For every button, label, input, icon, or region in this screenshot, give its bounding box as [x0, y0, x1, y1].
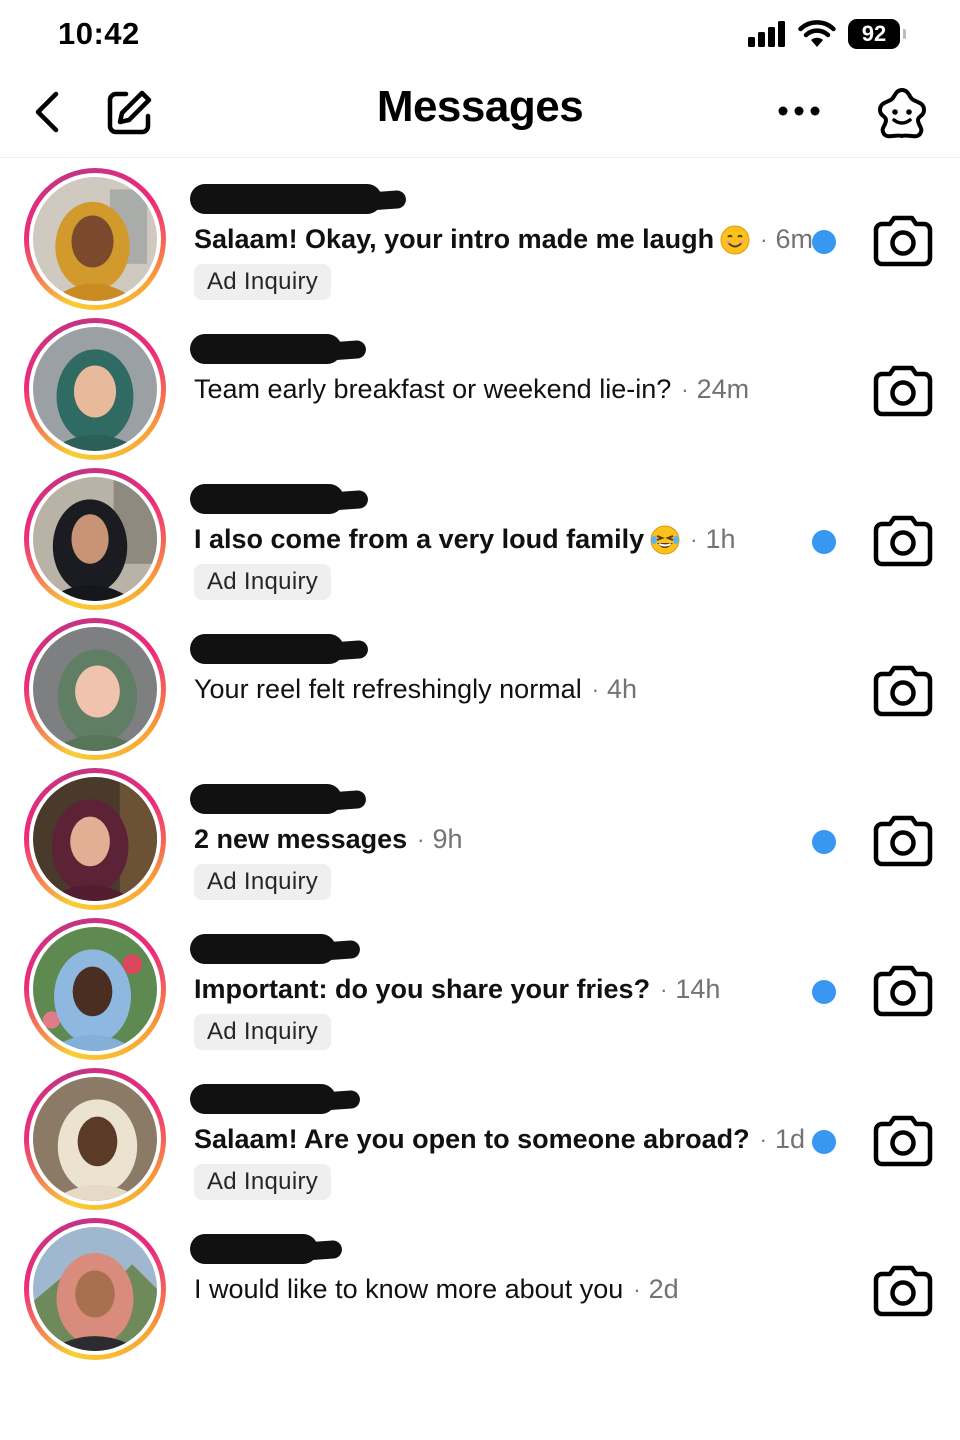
conversation-row[interactable]: Important: do you share your fries? · 14…: [0, 914, 960, 1064]
message-time: 24m: [696, 374, 750, 404]
message-preview-line: Team early breakfast or weekend lie-in? …: [194, 374, 749, 405]
redacted-username: [190, 784, 342, 814]
message-preview: I would like to know more about you: [194, 1274, 624, 1304]
ai-assistant-icon[interactable]: [874, 86, 930, 142]
story-ring[interactable]: [24, 768, 166, 910]
separator-dot: ·: [417, 826, 425, 852]
more-options-icon[interactable]: [776, 96, 822, 126]
messages-header: Messages: [0, 70, 960, 158]
message-time: 6m: [775, 224, 814, 254]
camera-icon[interactable]: [872, 962, 934, 1018]
avatar: [33, 777, 157, 901]
redacted-username: [190, 184, 382, 214]
message-preview-line: Salaam! Okay, your intro made me laugh ·…: [194, 224, 813, 255]
message-time: 9h: [432, 824, 463, 854]
message-preview-line: I also come from a very loud family · 1h: [194, 524, 736, 555]
camera-icon[interactable]: [872, 662, 934, 718]
message-preview-line: Important: do you share your fries? · 14…: [194, 974, 720, 1005]
separator-dot: ·: [759, 1126, 767, 1152]
separator-dot: ·: [633, 1276, 641, 1302]
message-preview: Important: do you share your fries?: [194, 974, 651, 1004]
unread-dot: [812, 230, 836, 254]
message-preview: I also come from a very loud family: [194, 524, 645, 554]
wifi-icon: [798, 20, 836, 47]
redacted-username: [190, 934, 336, 964]
avatar: [33, 1077, 157, 1201]
status-bar: 10:42 92: [0, 0, 960, 70]
separator-dot: ·: [681, 376, 689, 402]
avatar: [33, 177, 157, 301]
camera-icon[interactable]: [872, 362, 934, 418]
redacted-username: [190, 484, 344, 514]
message-preview-line: Salaam! Are you open to someone abroad? …: [194, 1124, 805, 1155]
separator-dot: ·: [690, 526, 698, 552]
conversation-row[interactable]: Salaam! Are you open to someone abroad? …: [0, 1064, 960, 1214]
ad-inquiry-tag: Ad Inquiry: [194, 1164, 332, 1200]
message-preview: 2 new messages: [194, 824, 408, 854]
story-ring[interactable]: [24, 468, 166, 610]
story-ring[interactable]: [24, 1218, 166, 1360]
avatar: [33, 627, 157, 751]
message-preview: Team early breakfast or weekend lie-in?: [194, 374, 672, 404]
redacted-username: [190, 1234, 318, 1264]
message-time: 1d: [774, 1124, 805, 1154]
story-ring[interactable]: [24, 1068, 166, 1210]
smiling-face-emoji-icon: [720, 225, 750, 254]
redacted-username: [190, 334, 342, 364]
conversation-row[interactable]: Salaam! Okay, your intro made me laugh ·…: [0, 164, 960, 314]
message-time: 1h: [705, 524, 736, 554]
battery-cap: [903, 29, 906, 39]
avatar: [33, 477, 157, 601]
separator-dot: ·: [760, 226, 768, 252]
conversation-row[interactable]: I also come from a very loud family · 1h…: [0, 464, 960, 614]
message-preview: Salaam! Are you open to someone abroad?: [194, 1124, 750, 1154]
unread-dot: [812, 980, 836, 1004]
conversation-row[interactable]: 2 new messages · 9h Ad Inquiry: [0, 764, 960, 914]
story-ring[interactable]: [24, 918, 166, 1060]
ad-inquiry-tag: Ad Inquiry: [194, 864, 332, 900]
avatar: [33, 927, 157, 1051]
camera-icon[interactable]: [872, 812, 934, 868]
conversation-row[interactable]: I would like to know more about you · 2d: [0, 1214, 960, 1364]
laughing-tears-emoji-icon: [650, 525, 680, 554]
battery-level: 92: [861, 21, 887, 46]
message-time: 14h: [675, 974, 721, 1004]
avatar: [33, 1227, 157, 1351]
message-preview-line: I would like to know more about you · 2d: [194, 1274, 679, 1305]
unread-dot: [812, 1130, 836, 1154]
unread-dot: [812, 830, 836, 854]
message-preview: Salaam! Okay, your intro made me laugh: [194, 224, 715, 254]
story-ring[interactable]: [24, 168, 166, 310]
conversation-row[interactable]: Team early breakfast or weekend lie-in? …: [0, 314, 960, 464]
story-ring[interactable]: [24, 618, 166, 760]
message-time: 4h: [607, 674, 638, 704]
separator-dot: ·: [660, 976, 668, 1002]
status-icons: 92: [748, 18, 906, 50]
redacted-username: [190, 1084, 336, 1114]
message-preview-line: 2 new messages · 9h: [194, 824, 463, 855]
cellular-signal-icon: [748, 21, 785, 47]
status-time: 10:42: [58, 16, 140, 51]
story-ring[interactable]: [24, 318, 166, 460]
battery-indicator: 92: [848, 19, 906, 49]
avatar: [33, 327, 157, 451]
message-preview: Your reel felt refreshingly normal: [194, 674, 582, 704]
unread-dot: [812, 530, 836, 554]
message-time: 2d: [648, 1274, 679, 1304]
redacted-username: [190, 634, 344, 664]
message-preview-line: Your reel felt refreshingly normal · 4h: [194, 674, 637, 705]
ad-inquiry-tag: Ad Inquiry: [194, 564, 332, 600]
camera-icon[interactable]: [872, 512, 934, 568]
camera-icon[interactable]: [872, 212, 934, 268]
ad-inquiry-tag: Ad Inquiry: [194, 1014, 332, 1050]
camera-icon[interactable]: [872, 1112, 934, 1168]
separator-dot: ·: [591, 676, 600, 702]
camera-icon[interactable]: [872, 1262, 934, 1318]
conversation-row[interactable]: Your reel felt refreshingly normal · 4h: [0, 614, 960, 764]
ad-inquiry-tag: Ad Inquiry: [194, 264, 332, 300]
